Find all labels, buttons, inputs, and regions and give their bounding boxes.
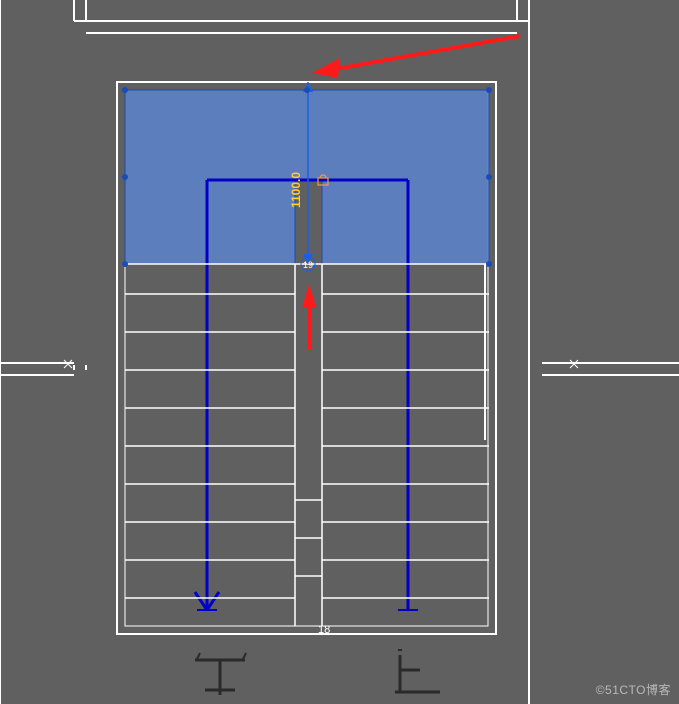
- riser-count-top[interactable]: 19: [301, 257, 315, 271]
- stair-direction-symbols: [195, 650, 440, 695]
- drawing-canvas[interactable]: 1100.0 19 18: [0, 0, 679, 704]
- watermark: ©51CTO博客: [596, 681, 671, 698]
- dimension-value[interactable]: 1100.0: [289, 172, 303, 208]
- stair-treads: [125, 264, 489, 626]
- annotation-arrow-top: [312, 36, 520, 78]
- selected-landing[interactable]: [125, 90, 489, 264]
- annotation-arrow-center: [302, 284, 316, 350]
- riser-count-bottom: 18: [318, 624, 330, 636]
- svg-text:19: 19: [303, 260, 313, 270]
